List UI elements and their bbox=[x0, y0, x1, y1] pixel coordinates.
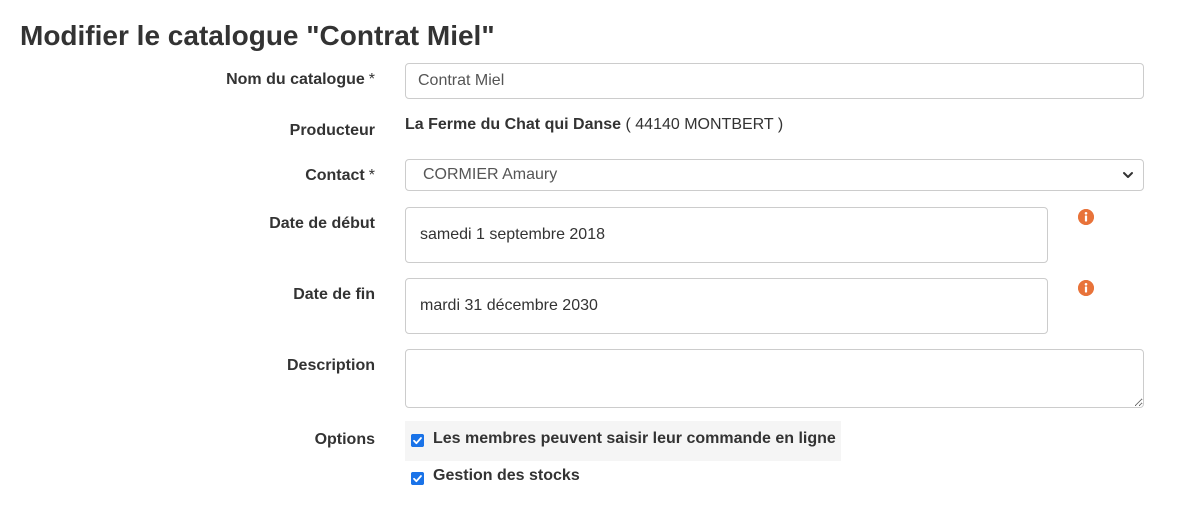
page-title: Modifier le catalogue "Contrat Miel" bbox=[20, 20, 495, 51]
chevron-down-icon bbox=[1123, 172, 1133, 178]
info-circle-icon[interactable] bbox=[1078, 209, 1094, 225]
contact-select-value: CORMIER Amaury bbox=[423, 166, 558, 183]
option-label-online-orders[interactable]: Les membres peuvent saisir leur commande… bbox=[433, 430, 836, 448]
contact-label: Contact * bbox=[305, 167, 375, 185]
required-mark: * bbox=[368, 71, 375, 88]
start-date-label: Date de début bbox=[269, 215, 375, 232]
producer-name: La Ferme du Chat qui Danse bbox=[405, 116, 622, 133]
producer-label: Producteur bbox=[289, 122, 375, 139]
catalog-name-label: Nom du catalogue * bbox=[226, 71, 375, 89]
end-date-input[interactable] bbox=[405, 278, 1048, 334]
contact-label-text: Contact bbox=[305, 167, 365, 184]
end-date-label: Date de fin bbox=[293, 286, 375, 303]
option-label-stock-management[interactable]: Gestion des stocks bbox=[433, 467, 580, 485]
start-date-input[interactable] bbox=[405, 207, 1048, 263]
options-label: Options bbox=[314, 431, 375, 448]
producer-location: ( 44140 MONTBERT ) bbox=[625, 116, 784, 133]
info-circle-icon[interactable] bbox=[1078, 280, 1094, 296]
producer-value: La Ferme du Chat qui Danse ( 44140 MONTB… bbox=[405, 116, 783, 134]
description-textarea[interactable] bbox=[405, 349, 1144, 408]
checkbox-online-orders[interactable] bbox=[411, 434, 424, 447]
description-label: Description bbox=[286, 357, 375, 374]
checkbox-stock-management[interactable] bbox=[411, 472, 424, 485]
contact-select[interactable]: CORMIER Amaury bbox=[405, 159, 1144, 191]
catalog-name-label-text: Nom du catalogue bbox=[226, 71, 365, 88]
required-mark: * bbox=[368, 167, 375, 184]
catalog-name-input[interactable] bbox=[405, 63, 1144, 99]
